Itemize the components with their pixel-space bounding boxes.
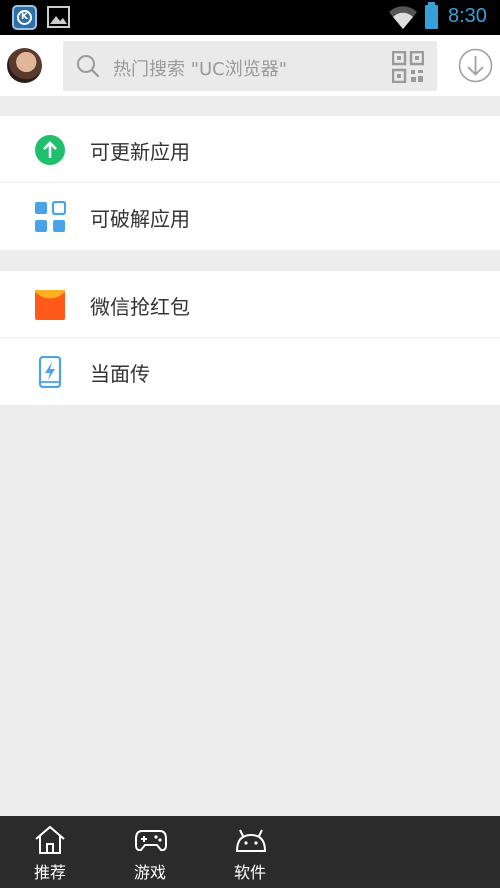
gamepad-icon: [135, 830, 167, 852]
search-icon: [77, 55, 100, 78]
menu-group-tools: 微信抢红包 当面传: [0, 271, 500, 405]
nav-tab-software[interactable]: 软件: [200, 816, 300, 888]
phone-transfer-icon: [38, 356, 62, 388]
avatar[interactable]: [7, 48, 42, 83]
nav-label: 推荐: [33, 863, 66, 882]
search-input[interactable]: 热门搜索 "UC浏览器": [63, 41, 437, 91]
wifi-icon: [389, 6, 417, 30]
image-icon: [47, 6, 70, 28]
k-app-icon: K: [12, 5, 37, 30]
menu-item-label: 可破解应用: [90, 207, 190, 231]
nav-label: 软件: [233, 863, 266, 882]
top-bar: 热门搜索 "UC浏览器": [0, 35, 500, 96]
download-button[interactable]: [458, 48, 493, 83]
status-time: 8:30: [448, 5, 487, 27]
menu-item-face-to-face-transfer[interactable]: 当面传: [0, 338, 500, 405]
menu-item-crackable-apps[interactable]: 可破解应用: [0, 183, 500, 250]
nav-tab-recommend[interactable]: 推荐: [0, 816, 100, 888]
grid-apps-icon: [35, 201, 66, 232]
arrow-up-circle-icon: [35, 135, 65, 165]
menu-item-label: 微信抢红包: [90, 295, 190, 319]
search-placeholder: 热门搜索 "UC浏览器": [113, 59, 288, 80]
status-bar: K 8:30: [0, 0, 500, 35]
home-icon: [35, 825, 65, 854]
nav-label: 游戏: [133, 863, 166, 882]
menu-item-wechat-red-envelope[interactable]: 微信抢红包: [0, 271, 500, 338]
menu-item-updatable-apps[interactable]: 可更新应用: [0, 116, 500, 183]
bottom-nav: 推荐 游戏 软件: [0, 816, 500, 888]
battery-icon: [425, 2, 438, 29]
menu-item-label: 当面传: [90, 362, 150, 386]
red-envelope-icon: [35, 290, 65, 320]
qr-code-icon[interactable]: [392, 51, 424, 83]
menu-item-label: 可更新应用: [90, 140, 190, 164]
menu-group-apps: 可更新应用 可破解应用: [0, 116, 500, 250]
android-icon: [235, 829, 267, 852]
nav-tab-games[interactable]: 游戏: [100, 816, 200, 888]
